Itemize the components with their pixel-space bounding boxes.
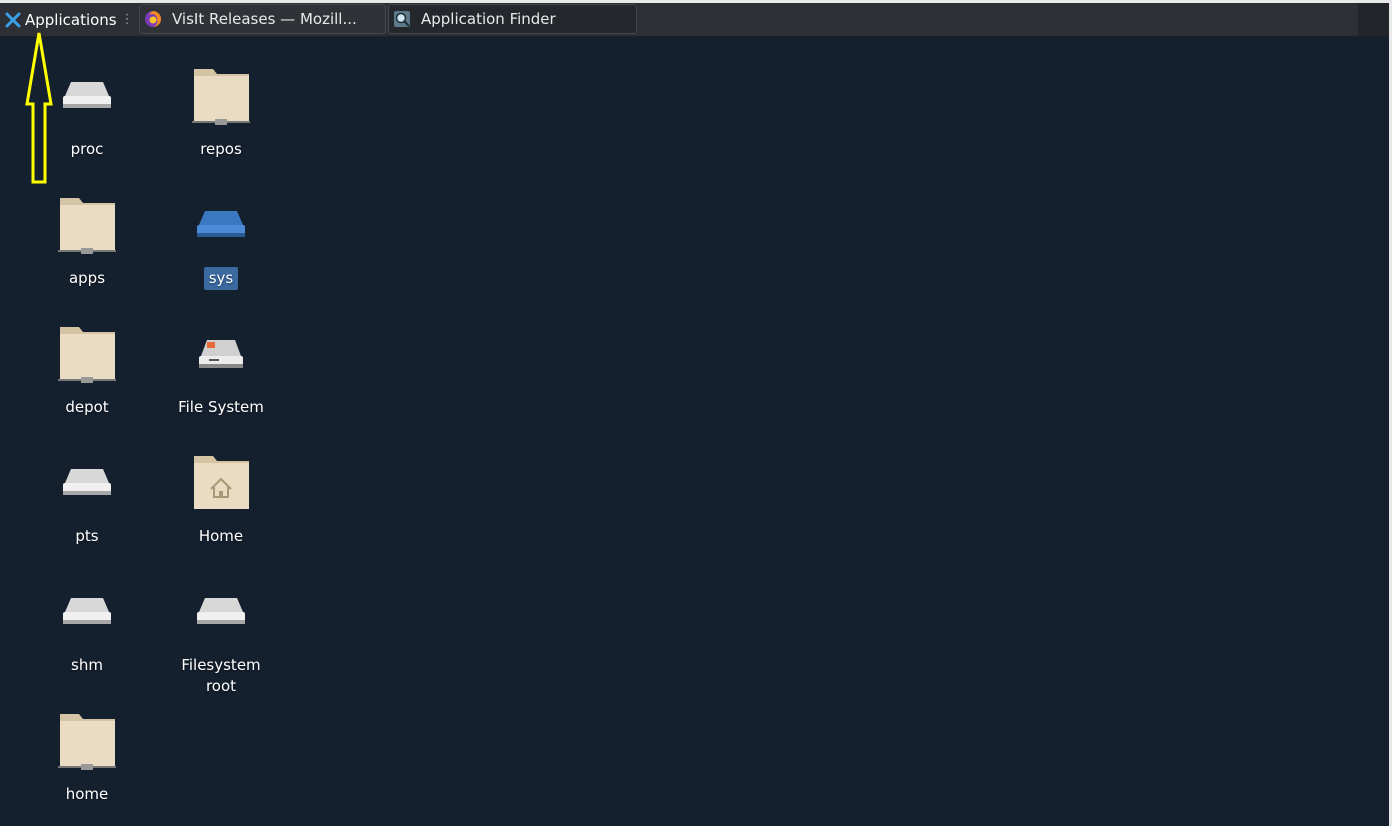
drive-icon xyxy=(63,469,111,495)
firefox-icon xyxy=(145,11,161,27)
desktop-screen: Applications ⋮ VisIt Releases — Mozill..… xyxy=(0,0,1392,826)
taskbar-button-app-finder[interactable]: Application Finder xyxy=(388,4,637,34)
desktop-icon-file-system[interactable]: File System xyxy=(161,322,281,419)
drive-icon xyxy=(63,598,111,624)
desktop-icon-label: home xyxy=(65,785,109,803)
menu-grip-icon: ⋮ xyxy=(120,12,134,27)
desktop-icon-label: apps xyxy=(68,269,106,287)
taskbar-button-label: VisIt Releases — Mozill... xyxy=(172,10,357,28)
annotation-arrow xyxy=(25,32,53,184)
drive-selected-icon xyxy=(197,211,245,237)
folder-icon xyxy=(58,198,116,254)
desktop-icon-label: shm xyxy=(71,656,103,674)
folder-icon xyxy=(58,327,116,383)
taskbar-button-firefox[interactable]: VisIt Releases — Mozill... xyxy=(139,4,386,34)
taskbar-button-label: Application Finder xyxy=(421,10,556,28)
desktop-icon-label: File System xyxy=(178,398,264,416)
desktop-icon-label: Home xyxy=(198,527,244,545)
desktop-icon-shm[interactable]: shm xyxy=(27,580,147,677)
desktop-icon-sys[interactable]: sys xyxy=(161,193,281,290)
desktop-icon-depot[interactable]: depot xyxy=(27,322,147,419)
desktop-icon-label: sys xyxy=(203,267,239,290)
top-panel: Applications ⋮ VisIt Releases — Mozill..… xyxy=(0,3,1389,37)
applications-menu-button[interactable]: Applications ⋮ xyxy=(0,3,136,36)
applications-menu-label: Applications xyxy=(25,10,117,29)
home-folder-icon xyxy=(194,456,249,509)
desktop-icon-filesystem-root[interactable]: Filesystem root xyxy=(161,580,281,698)
folder-icon xyxy=(192,69,250,125)
xfce-logo-icon xyxy=(5,12,21,27)
drive-icon xyxy=(197,598,245,624)
folder-icon xyxy=(58,714,116,770)
desktop-icon-home[interactable]: Home xyxy=(161,451,281,548)
app-finder-icon xyxy=(394,11,410,27)
desktop-icon-pts[interactable]: pts xyxy=(27,451,147,548)
hard-disk-icon xyxy=(199,340,243,368)
desktop-icon-label: proc xyxy=(70,140,104,158)
drive-icon xyxy=(63,82,111,108)
desktop-icon-label: repos xyxy=(200,140,242,158)
desktop-icon-apps[interactable]: apps xyxy=(27,193,147,290)
desktop-icon-repos[interactable]: repos xyxy=(161,64,281,161)
desktop-icon-label: depot xyxy=(65,398,109,416)
desktop-icon-home-dir[interactable]: home xyxy=(27,709,147,806)
desktop-icon-label: pts xyxy=(75,527,99,545)
desktop-icon-label: Filesystem root xyxy=(181,656,261,695)
panel-right-area xyxy=(1358,3,1389,36)
